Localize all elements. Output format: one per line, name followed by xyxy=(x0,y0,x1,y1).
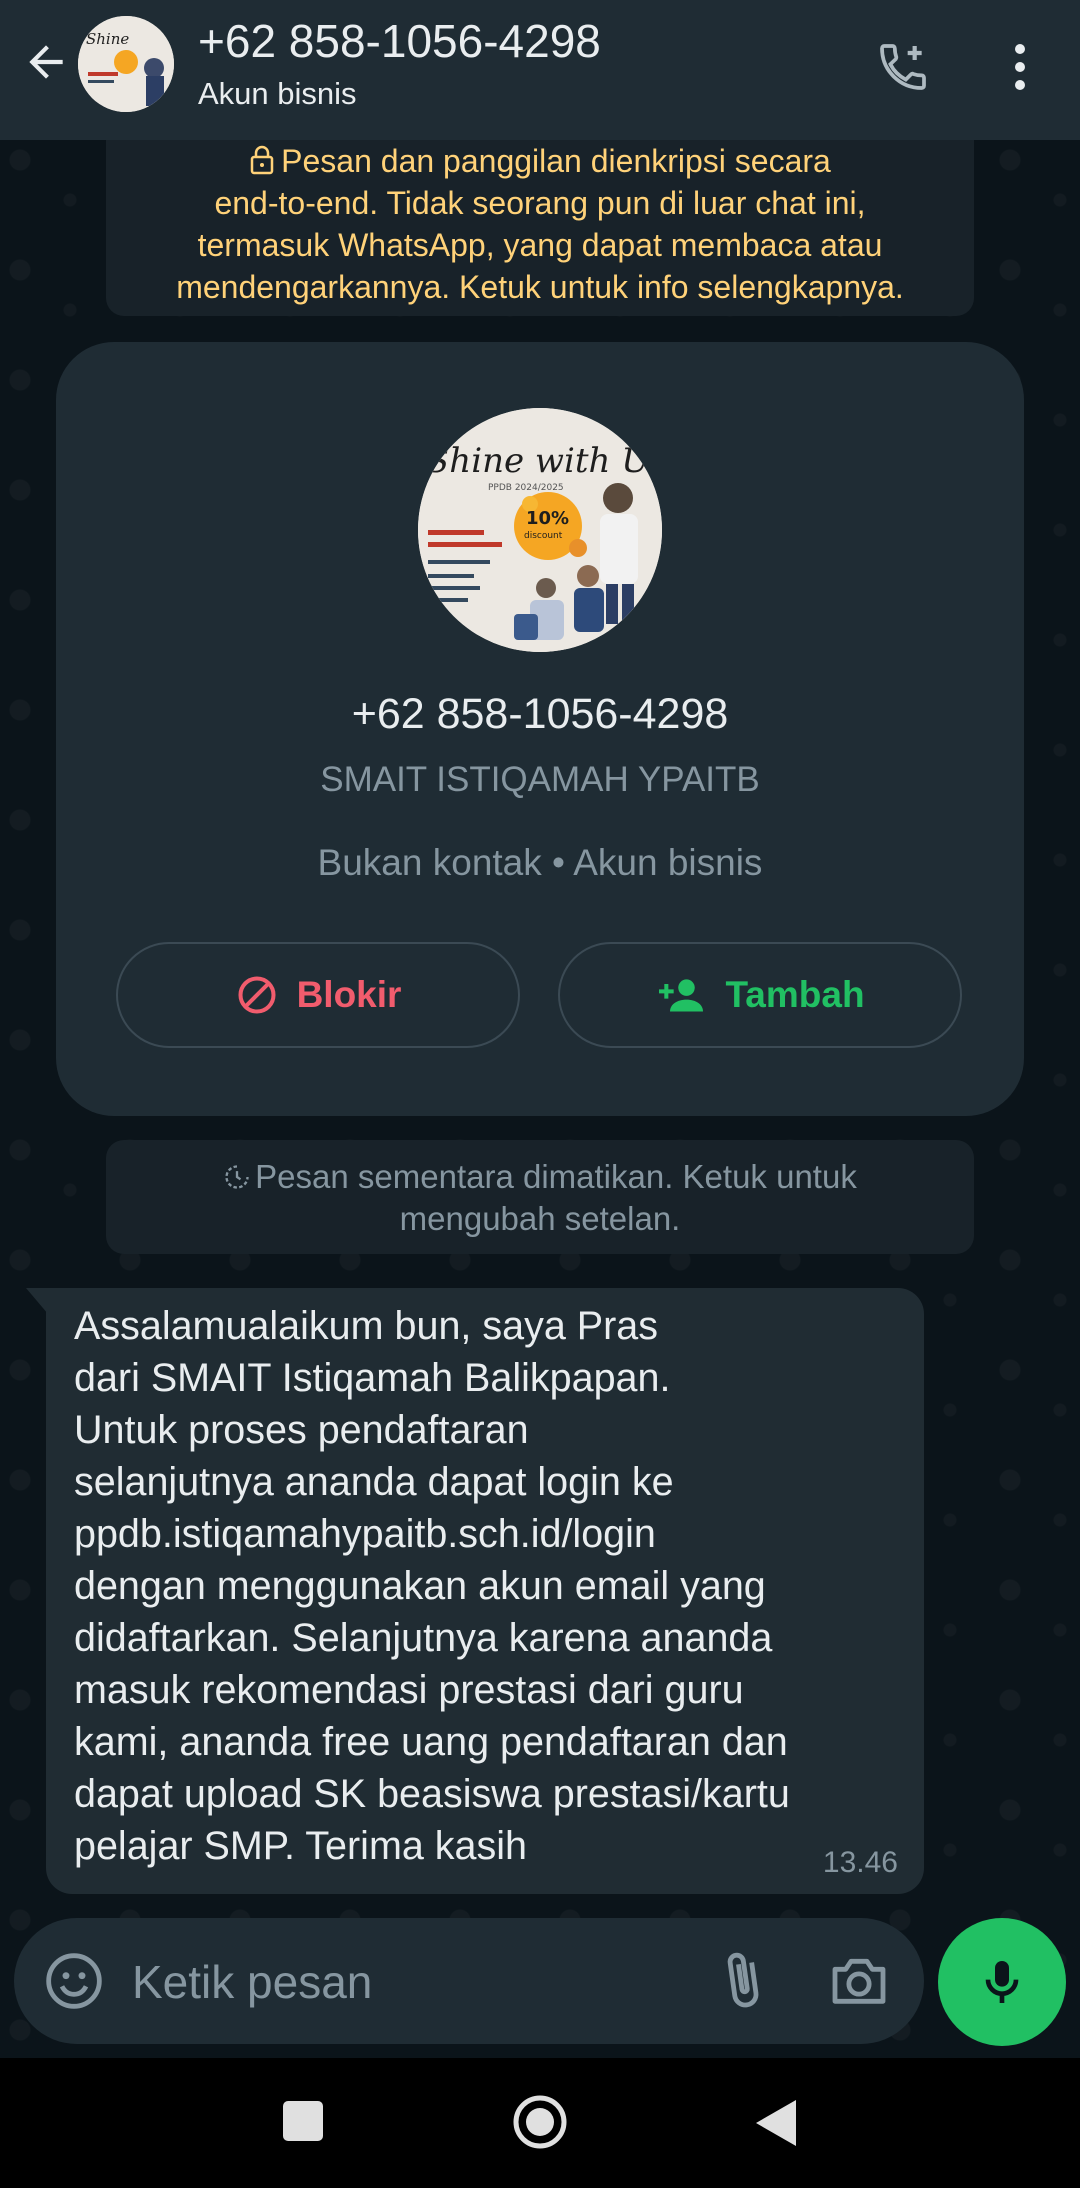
message-text-line: Untuk proses pendaftaran xyxy=(74,1408,529,1452)
message-text-line: kami, ananda free uang pendaftaran dan xyxy=(74,1720,788,1764)
message-text-line: dengan menggunakan akun email yang xyxy=(74,1564,766,1608)
home-button[interactable] xyxy=(512,2094,568,2150)
message-timestamp: 13.46 xyxy=(822,1846,898,1879)
encryption-notice[interactable]: Pesan dan panggilan dienkripsi secara en… xyxy=(106,140,974,316)
block-button-label: Blokir xyxy=(296,974,402,1015)
system-navigation-bar xyxy=(0,2058,1080,2188)
contact-profile-photo[interactable]: Shine with Us PPDB 2024/2025 10% discoun… xyxy=(418,408,662,652)
disappearing-text-line: Pesan sementara dimatikan. Ketuk untuk xyxy=(255,1158,857,1195)
home-icon xyxy=(513,2095,567,2149)
svg-text:10%: 10% xyxy=(526,508,569,529)
emoji-button[interactable] xyxy=(42,1949,106,2013)
more-vert-icon xyxy=(1015,44,1025,90)
add-contact-label: Tambah xyxy=(725,974,865,1015)
back-button[interactable] xyxy=(14,26,78,98)
attach-button[interactable] xyxy=(710,1948,774,2012)
message-text-line: ppdb.istiqamahypaitb.sch.id/login xyxy=(74,1512,656,1556)
contact-status: Bukan kontak • Akun bisnis xyxy=(317,842,763,883)
svg-text:PPDB 2024/2025: PPDB 2024/2025 xyxy=(488,483,564,493)
back-icon xyxy=(756,2100,796,2146)
encryption-text-line: end-to-end. Tidak seorang pun di luar ch… xyxy=(214,185,866,221)
chat-header: Shine +62 858-1056-4298 Akun bisnis xyxy=(0,0,1080,140)
person-add-icon xyxy=(659,979,704,1012)
disappearing-text-line: mengubah setelan. xyxy=(399,1200,681,1237)
message-text-line: selanjutnya ananda dapat login ke xyxy=(74,1460,674,1504)
encryption-text-line: Pesan dan panggilan dienkripsi secara xyxy=(281,143,831,179)
disappearing-messages-notice[interactable]: Pesan sementara dimatikan. Ketuk untuk m… xyxy=(106,1140,974,1254)
encryption-text-line: mendengarkannya. Ketuk untuk info seleng… xyxy=(176,269,904,305)
emoji-icon xyxy=(46,1953,102,2009)
business-name: SMAIT ISTIQAMAH YPAITB xyxy=(320,760,760,799)
message-composer xyxy=(14,1918,924,2044)
chat-subtitle[interactable]: Akun bisnis xyxy=(198,76,357,112)
add-contact-button[interactable]: Tambah xyxy=(558,942,962,1048)
lock-icon xyxy=(250,145,274,175)
incoming-message-bubble[interactable]: Assalamualaikum bun, saya Pras dari SMAI… xyxy=(46,1288,924,1894)
message-text-line: masuk rekomendasi prestasi dari guru xyxy=(74,1668,744,1712)
add-call-button[interactable] xyxy=(866,30,940,104)
recent-apps-button[interactable] xyxy=(282,2100,324,2142)
system-back-button[interactable] xyxy=(754,2098,798,2148)
message-text-line: didaftarkan. Selanjutnya karena ananda xyxy=(74,1616,773,1660)
mic-icon xyxy=(985,1961,1019,2003)
message-text-line: dapat upload SK beasiswa prestasi/kartu xyxy=(74,1772,790,1816)
paperclip-icon xyxy=(727,1952,759,2008)
contact-info-card: Shine with Us PPDB 2024/2025 10% discoun… xyxy=(56,342,1024,1116)
svg-text:Shine: Shine xyxy=(86,30,129,48)
timer-icon xyxy=(225,1165,249,1189)
svg-text:Shine with Us: Shine with Us xyxy=(426,441,662,481)
message-text-line: dari SMAIT Istiqamah Balikpapan. xyxy=(74,1356,671,1400)
contact-phone-number: +62 858-1056-4298 xyxy=(351,690,729,738)
add-call-icon xyxy=(880,44,926,90)
chat-title[interactable]: +62 858-1056-4298 xyxy=(198,14,601,68)
message-text-line: Assalamualaikum bun, saya Pras xyxy=(74,1304,658,1348)
bubble-tail xyxy=(26,1288,48,1314)
voice-message-button[interactable] xyxy=(938,1918,1066,2046)
more-options-button[interactable] xyxy=(990,30,1050,104)
block-button[interactable]: Blokir xyxy=(116,942,520,1048)
contact-avatar[interactable]: Shine xyxy=(78,16,174,112)
arrow-left-icon xyxy=(29,45,63,79)
recent-apps-icon xyxy=(283,2101,323,2141)
camera-button[interactable] xyxy=(826,1948,892,2012)
message-text-line: pelajar SMP. Terima kasih xyxy=(74,1824,527,1868)
svg-text:discount: discount xyxy=(524,531,563,541)
message-input[interactable] xyxy=(130,1944,694,2020)
block-icon xyxy=(238,976,276,1014)
encryption-text-line: termasuk WhatsApp, yang dapat membaca at… xyxy=(197,227,883,263)
camera-icon xyxy=(832,1958,886,2004)
